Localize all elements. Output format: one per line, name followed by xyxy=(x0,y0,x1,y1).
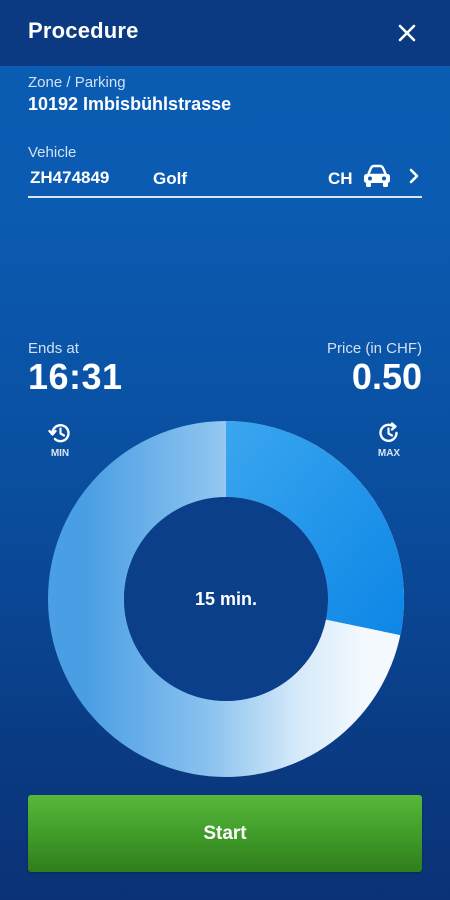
vehicle-plate: ZH474849 xyxy=(30,168,110,187)
price-label: Price (in CHF) xyxy=(326,340,422,357)
vehicle-country: CH xyxy=(328,169,353,188)
car-icon xyxy=(364,164,390,187)
start-button[interactable]: Start xyxy=(28,795,422,872)
zone-label: Zone / Parking xyxy=(28,74,126,91)
page-title: Procedure xyxy=(28,18,139,43)
zone-value: 10192 Imbisbühlstrasse xyxy=(28,94,232,114)
vehicle-label: Vehicle xyxy=(28,144,77,161)
close-icon xyxy=(398,24,416,42)
vehicle-model: Golf xyxy=(153,169,187,188)
close-button[interactable] xyxy=(392,18,422,48)
vehicle-selector[interactable]: ZH474849 Golf CH xyxy=(28,162,422,198)
ends-at-value: 16:31 xyxy=(28,356,123,397)
duration-dial[interactable] xyxy=(47,420,405,778)
dial-inner xyxy=(124,497,328,701)
chevron-right-icon xyxy=(409,168,419,184)
price-value: 0.50 xyxy=(351,356,422,397)
top-bar: Procedure xyxy=(0,0,450,66)
ends-at-label: Ends at xyxy=(28,340,79,357)
